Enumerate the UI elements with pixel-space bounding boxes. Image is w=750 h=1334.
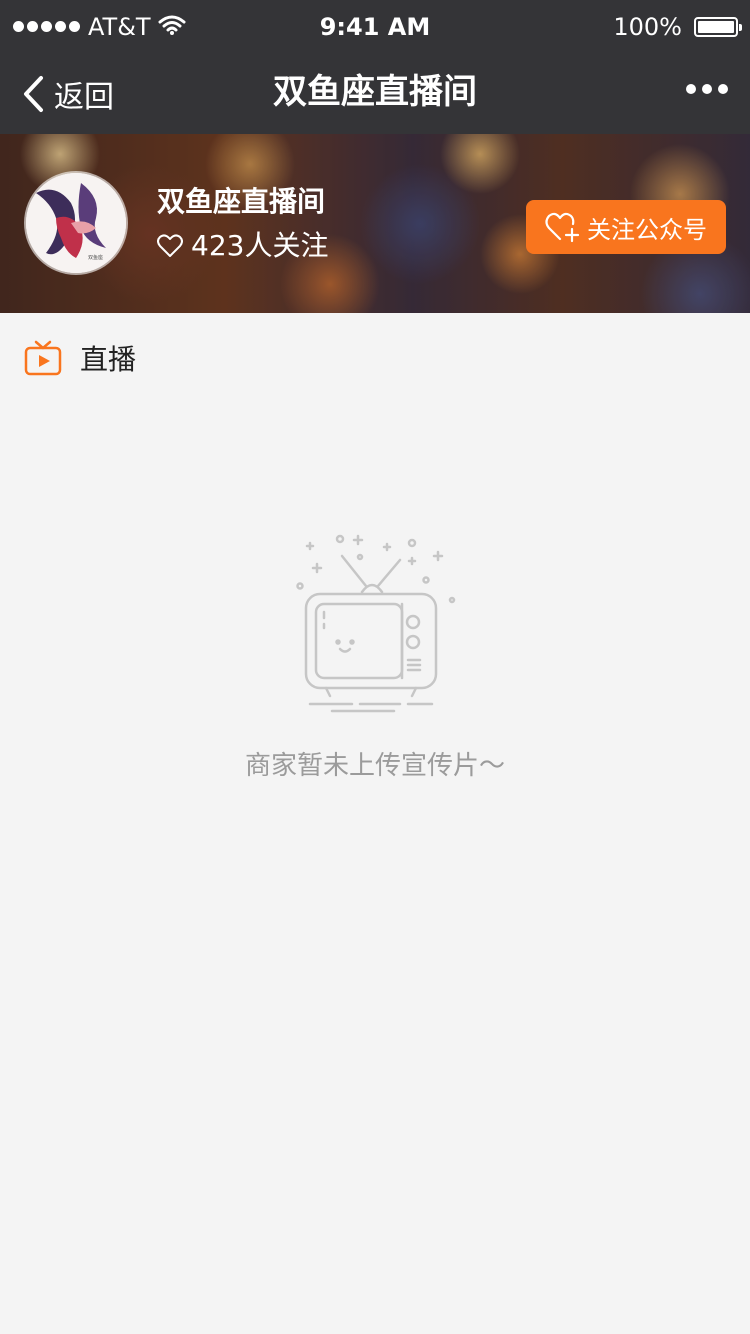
avatar-caption: 双鱼座 — [88, 254, 103, 261]
tv-play-icon — [24, 340, 62, 376]
avatar-image: 双鱼座 — [26, 173, 126, 273]
more-options-button[interactable] — [686, 84, 728, 94]
follower-count: 423人关注 — [157, 228, 328, 264]
live-section-header: 直播 — [24, 336, 136, 380]
section-title: 直播 — [80, 343, 137, 376]
page-title: 双鱼座直播间 — [273, 72, 477, 112]
status-bar: AT&T 9:41 AM 100% — [0, 0, 750, 54]
heart-icon — [157, 234, 183, 257]
follow-account-button[interactable]: 关注公众号 — [526, 200, 726, 254]
room-header-banner: 双鱼座 双鱼座直播间 423人关注 关注公众号 — [0, 134, 750, 313]
empty-state-message: 商家暂未上传宣传片～ — [244, 751, 505, 781]
follow-button-label: 关注公众号 — [587, 215, 707, 244]
tv-icon — [296, 534, 456, 713]
navigation-bar: 返回 双鱼座直播间 — [0, 54, 750, 134]
follower-count-label: 423人关注 — [191, 229, 329, 262]
avatar[interactable]: 双鱼座 — [26, 173, 126, 273]
room-name: 双鱼座直播间 — [157, 185, 326, 218]
top-bar: AT&T 9:41 AM 100% 返回 双鱼座直播间 — [0, 0, 750, 134]
battery-percent: 100% — [613, 13, 682, 41]
battery-icon — [694, 17, 742, 37]
heart-plus-icon — [545, 212, 580, 243]
